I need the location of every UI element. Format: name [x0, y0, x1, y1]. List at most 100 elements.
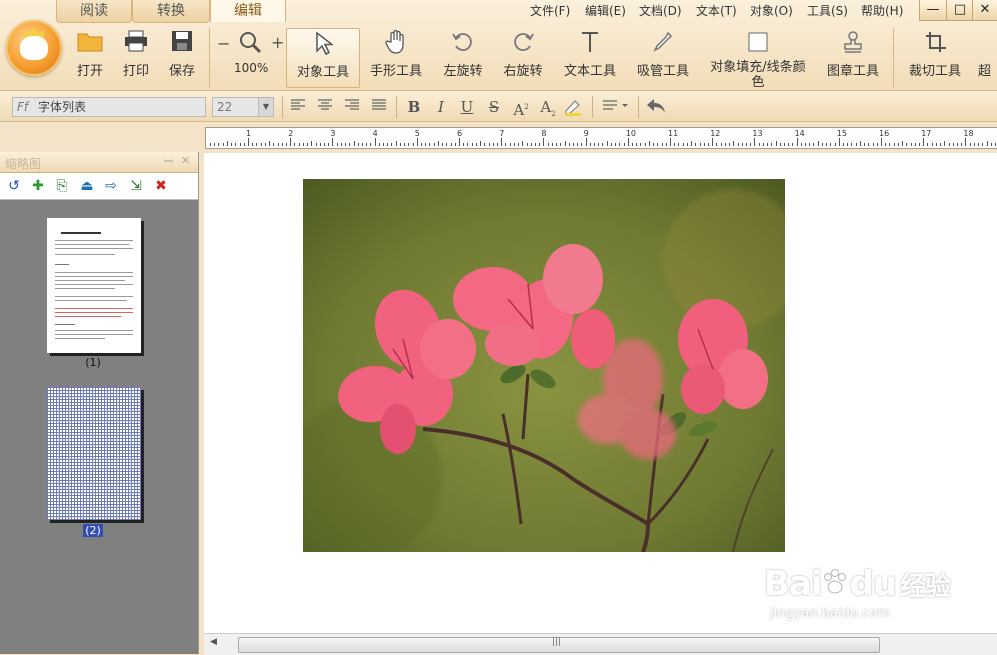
ruler-tick [285, 143, 287, 146]
menu-file[interactable]: 文件(F) [530, 2, 570, 20]
azalea-flower-photo[interactable] [283, 179, 803, 559]
ruler-tick [323, 143, 325, 146]
strikethrough-button[interactable]: S [484, 97, 504, 117]
ruler-tick [973, 143, 975, 146]
eyedropper-tool-button[interactable]: 吸管工具 [632, 28, 694, 86]
object-fill-color-button[interactable]: 对象填充/线条颜色 [704, 28, 812, 90]
horizontal-scrollbar[interactable]: ◀ ||| [204, 633, 997, 655]
remove-page-icon[interactable]: ✖ [152, 177, 170, 195]
italic-button[interactable]: I [431, 97, 451, 117]
superscript-button[interactable]: A2 [511, 97, 531, 119]
menu-text[interactable]: 文本(T) [696, 2, 737, 20]
save-button[interactable]: 保存 [162, 28, 202, 86]
ruler-tick [906, 143, 908, 146]
undo-button[interactable] [646, 97, 666, 117]
ruler-tick [809, 143, 811, 146]
ruler-tick [978, 143, 980, 146]
ruler-tick [336, 143, 338, 146]
ruler-tick [530, 143, 532, 146]
zoom-in-button[interactable]: + [271, 33, 284, 52]
underline-button[interactable]: U [457, 97, 477, 117]
print-button[interactable]: 打印 [116, 28, 156, 86]
ruler-tick [429, 143, 431, 146]
export-page-icon[interactable]: ⇨ [102, 177, 120, 195]
menu-document[interactable]: 文档(D) [639, 2, 682, 20]
delete-pages-icon[interactable]: ⇲ [127, 177, 145, 195]
ruler-tick [526, 143, 528, 146]
toolbar-divider [893, 28, 894, 88]
extract-page-icon[interactable]: ⏏ [78, 177, 96, 195]
menu-object[interactable]: 对象(O) [750, 2, 793, 20]
pin-icon[interactable]: ꟷ [164, 154, 173, 169]
align-left-button[interactable] [288, 97, 308, 117]
line-spacing-dropdown[interactable] [600, 97, 630, 117]
subscript-button[interactable]: A2 [538, 97, 558, 118]
ruler-tick [762, 143, 764, 146]
font-icon: Ff [17, 100, 29, 114]
tab-convert[interactable]: 转换 [132, 0, 210, 23]
cursor-arrow-icon [287, 31, 359, 57]
close-panel-icon[interactable]: ✕ [181, 154, 190, 167]
scroll-left-arrow-icon[interactable]: ◀ [210, 637, 217, 647]
page-thumbnail-2[interactable] [47, 387, 141, 520]
bold-button[interactable]: B [404, 97, 424, 117]
scrollbar-thumb[interactable]: ||| [238, 637, 880, 653]
add-page-icon[interactable]: ✚ [29, 177, 47, 195]
zoom-level[interactable]: 100% [234, 61, 268, 75]
font-size-dropdown[interactable]: 22 ▼ [212, 97, 274, 117]
ruler-tick [340, 143, 342, 146]
ruler-tick [703, 143, 705, 146]
watermark-brand-text: Bai [764, 564, 823, 604]
justify-button[interactable] [369, 97, 389, 117]
horizontal-ruler[interactable]: 1 2 3 4 5 6 7 8 9 10 11 12 13 14 15 16 17 18 [205, 127, 997, 149]
ruler-tick [374, 138, 376, 146]
ruler-tick [256, 143, 258, 146]
highlight-button[interactable] [563, 97, 583, 117]
menu-help[interactable]: 帮助(H) [861, 2, 903, 20]
rotate-right-button[interactable]: 右旋转 [498, 28, 548, 86]
ruler-tick [471, 143, 473, 146]
menu-edit[interactable]: 编辑(E) [585, 2, 626, 20]
more-tool-button[interactable]: 超 [978, 28, 997, 86]
page-label-2: (2) [45, 524, 141, 537]
minimize-button[interactable]: — [919, 0, 947, 21]
ruler-tick [927, 143, 929, 146]
ruler-tick [222, 143, 224, 146]
tab-read[interactable]: 阅读 [56, 0, 132, 23]
font-list-dropdown[interactable]: Ff 字体列表 [12, 97, 206, 117]
ruler-tick [539, 143, 541, 146]
tab-edit[interactable]: 编辑 [210, 0, 286, 22]
align-right-button[interactable] [342, 97, 362, 117]
crop-tool-button[interactable]: 裁切工具 [904, 28, 966, 86]
open-button[interactable]: 打开 [70, 28, 110, 86]
ruler-tick [653, 143, 655, 146]
maximize-button[interactable]: □ [946, 0, 974, 21]
app-logo[interactable] [6, 20, 62, 76]
rotate-page-icon[interactable]: ↺ [5, 177, 23, 195]
save-label: 保存 [168, 64, 195, 79]
object-tool-button[interactable]: 对象工具 [286, 28, 360, 88]
text-tool-button[interactable]: 文本工具 [560, 28, 620, 86]
align-center-button[interactable] [315, 97, 335, 117]
chevron-down-icon[interactable]: ▼ [258, 98, 273, 116]
align-right-icon [345, 99, 359, 110]
hand-tool-button[interactable]: 手形工具 [366, 28, 426, 86]
ruler-bar: 1 2 3 4 5 6 7 8 9 10 11 12 13 14 15 16 17 18 [0, 122, 997, 152]
ruler-tick [800, 143, 802, 146]
page-thumbnail-1[interactable] [47, 218, 141, 353]
ruler-tick [589, 143, 591, 146]
insert-page-icon[interactable]: ⎘ [53, 177, 71, 195]
ruler-tick [956, 143, 958, 146]
ruler-tick [940, 143, 942, 146]
zoom-icon[interactable] [238, 30, 262, 57]
align-center-icon [318, 99, 332, 110]
text-t-icon [560, 30, 620, 56]
menu-tools[interactable]: 工具(S) [807, 2, 848, 20]
close-window-button[interactable]: ✕ [972, 0, 997, 21]
object-fill-label: 对象填充/线条颜色 [710, 60, 806, 90]
zoom-out-button[interactable]: − [217, 34, 230, 53]
ruler-tick [881, 138, 882, 146]
rotate-left-button[interactable]: 左旋转 [438, 28, 488, 86]
ruler-tick [889, 143, 891, 146]
stamp-tool-button[interactable]: 图章工具 [822, 28, 884, 86]
